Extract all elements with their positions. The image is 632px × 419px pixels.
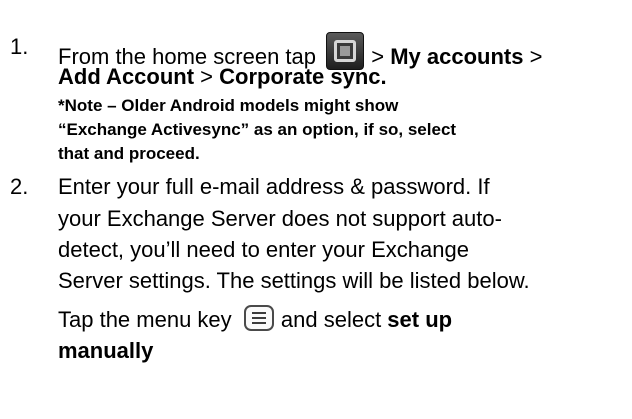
step-2-line: Enter your full e-mail address & passwor… [58, 174, 490, 199]
note-line: “Exchange Activesync” as an option, if s… [58, 120, 457, 139]
instructions-document: 1. From the home screen tap > My account… [0, 0, 632, 419]
separator: > [523, 44, 543, 69]
menu-key-icon [243, 305, 274, 331]
add-account-label: Add Account [58, 64, 195, 89]
note-line: *Note – Older Android models might show [58, 96, 399, 115]
step-1-line-2: Add Account > Corporate sync. [58, 62, 387, 92]
step-number: 2. [10, 174, 29, 199]
my-accounts-label: My accounts [390, 44, 524, 69]
corporate-sync-label: Corporate sync. [219, 64, 387, 89]
step-2-line: your Exchange Server does not support au… [58, 206, 502, 231]
step-text: Tap the menu key [58, 307, 238, 332]
step-2-line: detect, you’ll need to enter your Exchan… [58, 237, 469, 262]
manually-line: manually [58, 336, 153, 366]
tap-menu-line: Tap the menu key and select set up [58, 305, 452, 335]
step-text: and select [274, 307, 388, 332]
manually-label: manually [58, 338, 154, 363]
separator: > [194, 64, 220, 89]
note-line: that and proceed. [58, 144, 200, 163]
step-number: 1. [10, 34, 29, 59]
step-2-line: Server settings. The settings will be li… [58, 268, 530, 293]
set-up-label: set up [387, 307, 453, 332]
